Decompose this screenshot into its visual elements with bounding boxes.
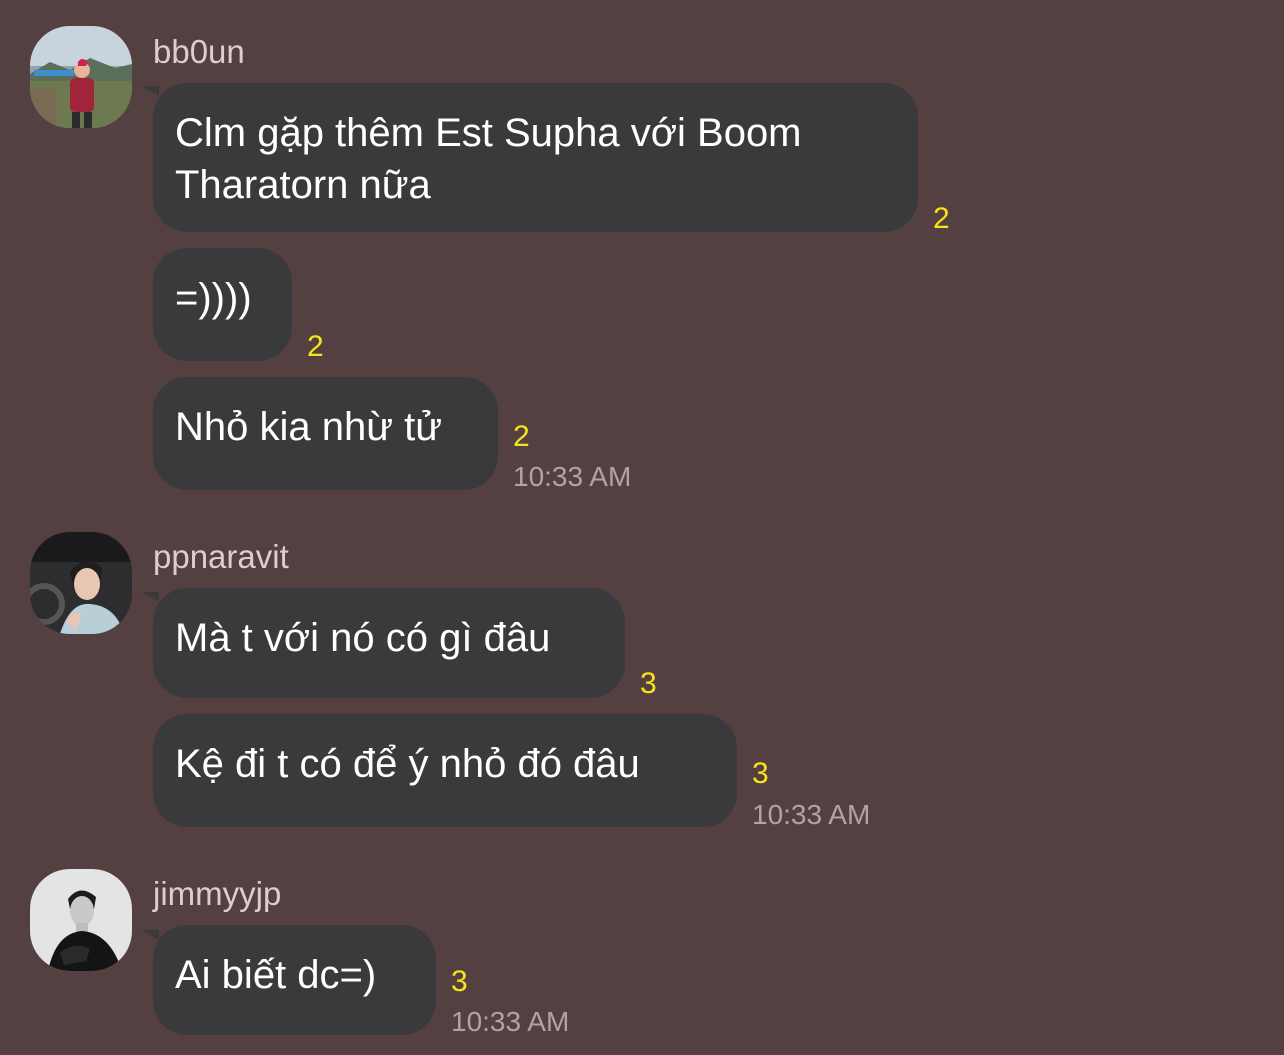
avatar-bb0un[interactable] <box>30 26 132 128</box>
read-count: 2 <box>933 202 950 235</box>
sender-name: bb0un <box>153 33 245 70</box>
timestamp: 10:33 AM <box>451 1006 570 1037</box>
read-count: 3 <box>752 757 769 790</box>
sender-name: jimmyyjp <box>153 875 282 912</box>
bubble-tail <box>141 930 159 940</box>
message-bubble[interactable]: =)))) <box>153 248 292 361</box>
profile-photo-icon <box>30 532 132 634</box>
read-count: 2 <box>307 330 324 363</box>
message-bubble[interactable]: Ai biết dc=) <box>153 925 436 1035</box>
message-bubble[interactable]: Clm gặp thêm Est Supha với Boom Tharator… <box>153 83 918 232</box>
read-count: 3 <box>640 667 657 700</box>
timestamp: 10:33 AM <box>752 799 871 830</box>
avatar-ppnaravit[interactable] <box>30 532 132 634</box>
avatar-jimmyyjp[interactable] <box>30 869 132 971</box>
sender-name: ppnaravit <box>153 538 289 575</box>
read-count: 2 <box>513 420 530 453</box>
profile-photo-icon <box>30 869 132 971</box>
profile-photo-icon <box>30 26 132 128</box>
bubble-tail <box>141 86 159 96</box>
timestamp: 10:33 AM <box>513 461 632 492</box>
message-bubble[interactable]: Mà t với nó có gì đâu <box>153 588 625 698</box>
message-bubble[interactable]: Nhỏ kia nhừ tử <box>153 377 498 490</box>
message-bubble[interactable]: Kệ đi t có để ý nhỏ đó đâu <box>153 714 737 827</box>
bubble-tail <box>141 592 159 602</box>
read-count: 3 <box>451 965 468 998</box>
